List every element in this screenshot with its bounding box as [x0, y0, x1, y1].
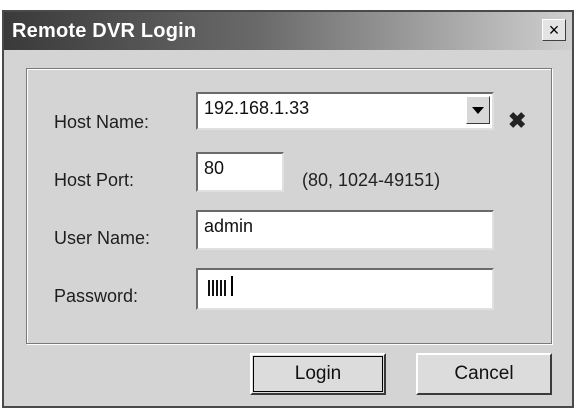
host-port-value: 80: [204, 158, 225, 178]
window-title: Remote DVR Login: [12, 20, 197, 42]
host-port-input[interactable]: 80: [196, 152, 284, 192]
cancel-button[interactable]: Cancel: [416, 353, 552, 395]
host-name-combobox[interactable]: 192.168.1.33: [196, 92, 494, 130]
user-name-input[interactable]: admin: [196, 210, 494, 250]
host-name-value: 192.168.1.33: [204, 98, 310, 118]
user-name-label: User Name:: [54, 228, 151, 248]
host-port-label: Host Port:: [54, 170, 135, 190]
host-name-label: Host Name:: [54, 112, 150, 132]
clear-x-icon[interactable]: ✖: [508, 108, 526, 134]
close-icon: ×: [548, 20, 560, 40]
user-name-value: admin: [204, 216, 254, 236]
password-label: Password:: [54, 286, 139, 306]
close-button[interactable]: ×: [542, 19, 566, 41]
host-port-range-hint: (80, 1024-49151): [302, 170, 441, 190]
chevron-down-icon: [472, 106, 484, 114]
text-cursor: [231, 276, 233, 296]
title-bar[interactable]: Remote DVR Login ×: [4, 12, 572, 50]
login-dialog: Remote DVR Login × Host Name: 192.168.1.…: [2, 10, 574, 408]
login-button[interactable]: Login: [250, 353, 386, 395]
password-input[interactable]: [196, 268, 494, 310]
host-name-dropdown-button[interactable]: [466, 96, 490, 124]
password-mask: [208, 276, 233, 296]
